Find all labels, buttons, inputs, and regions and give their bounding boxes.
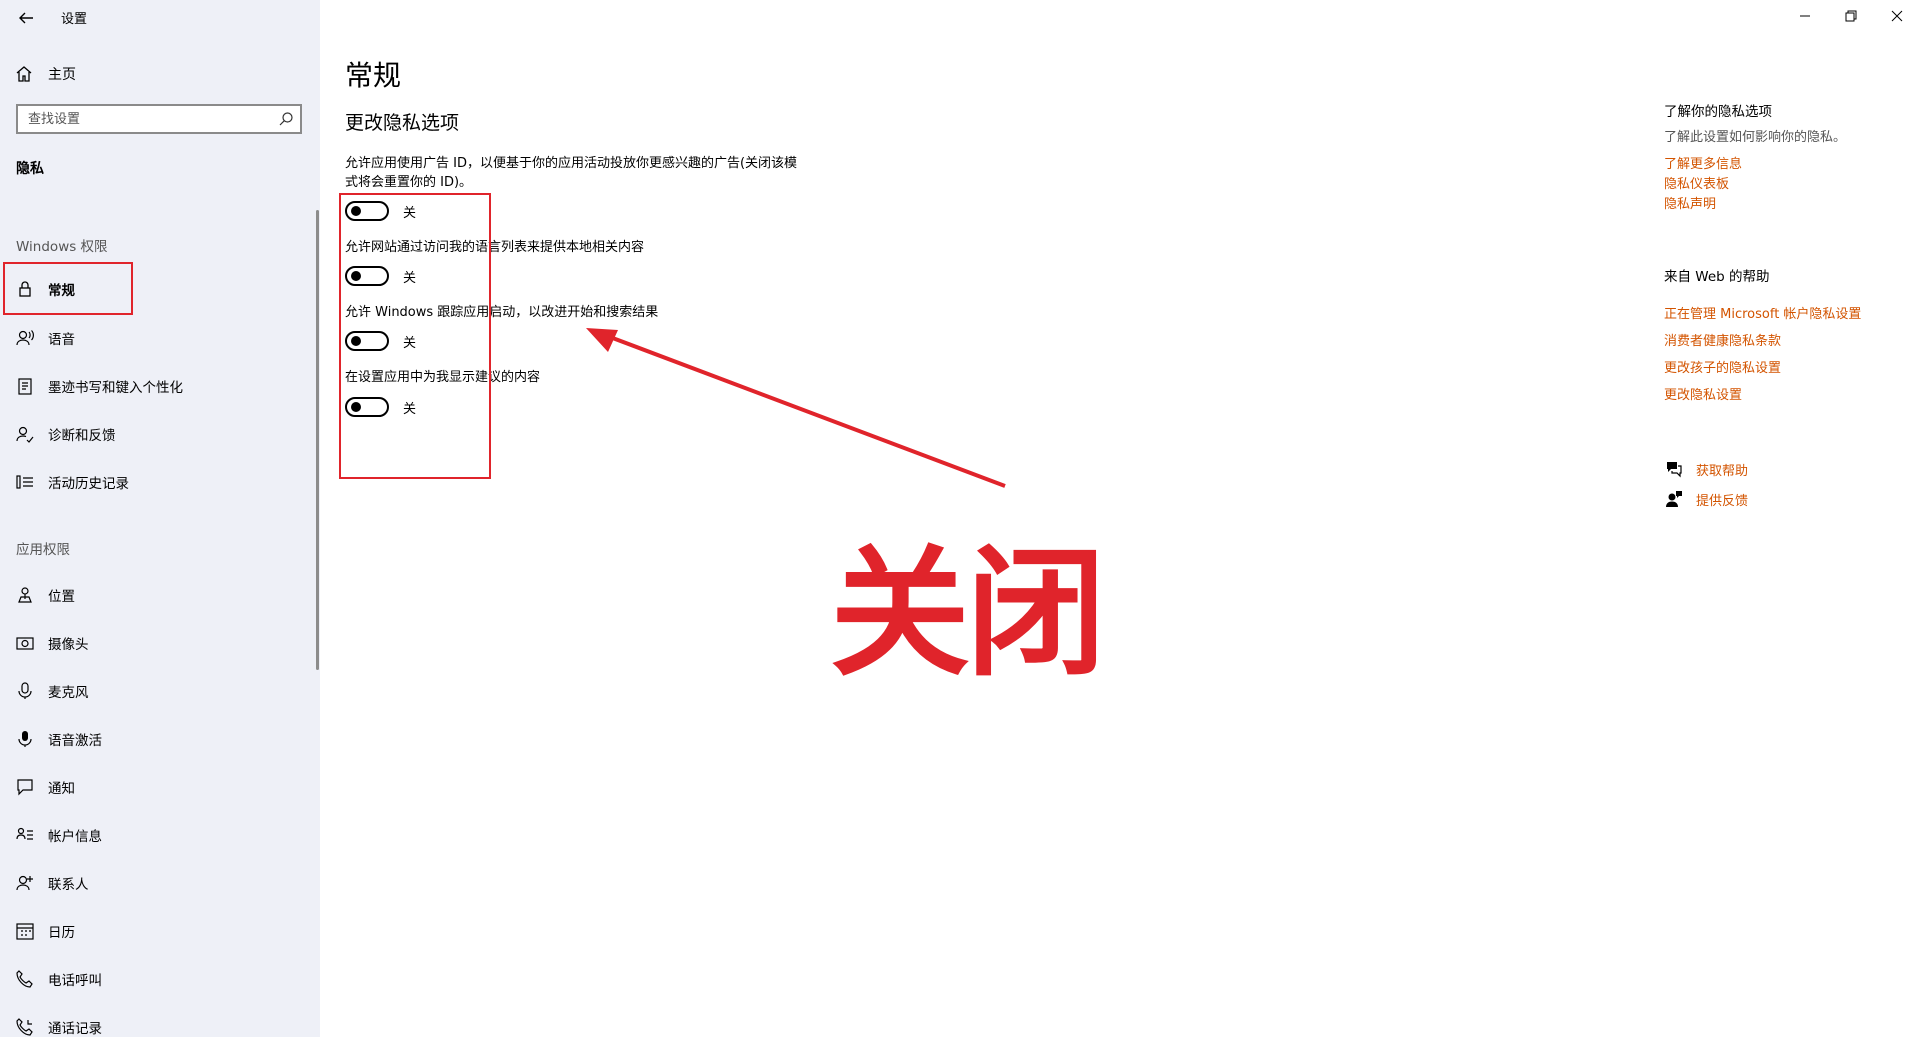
get-help-label: 获取帮助: [1696, 463, 1749, 479]
change-privacy-settings-link[interactable]: 更改隐私设置: [1664, 382, 1904, 409]
give-feedback-label: 提供反馈: [1696, 493, 1749, 509]
annotation-text: 关闭: [830, 533, 1106, 696]
consumer-health-privacy-link[interactable]: 消费者健康隐私条款: [1664, 328, 1904, 355]
web-help-heading: 来自 Web 的帮助: [1664, 269, 1770, 285]
annotation-arrow: [586, 328, 1006, 488]
privacy-statement-link[interactable]: 隐私声明: [1664, 195, 1904, 215]
feedback-icon: [1664, 489, 1684, 509]
learn-more-link[interactable]: 了解更多信息: [1664, 155, 1904, 175]
privacy-options-text: 了解此设置如何影响你的隐私。: [1664, 130, 1847, 145]
privacy-options-heading: 了解你的隐私选项: [1664, 104, 1772, 120]
get-help-button[interactable]: 获取帮助: [1664, 459, 1904, 479]
right-panel: 了解你的隐私选项 了解此设置如何影响你的隐私。 了解更多信息 隐私仪表板 隐私声…: [1664, 100, 1904, 509]
give-feedback-button[interactable]: 提供反馈: [1664, 489, 1904, 509]
manage-ms-account-privacy-link[interactable]: 正在管理 Microsoft 帐户隐私设置: [1664, 301, 1904, 328]
privacy-dashboard-link[interactable]: 隐私仪表板: [1664, 175, 1904, 195]
child-privacy-settings-link[interactable]: 更改孩子的隐私设置: [1664, 355, 1904, 382]
chat-help-icon: [1664, 459, 1684, 479]
